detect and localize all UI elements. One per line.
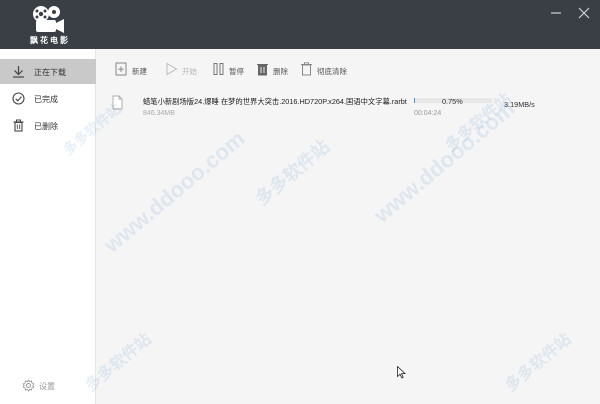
- mouse-cursor-icon: [397, 366, 406, 379]
- sidebar-item-label: 正在下载: [34, 68, 66, 77]
- start-label: 开始: [182, 67, 197, 76]
- task-row[interactable]: 蜡笔小新剧场版24.爆睡 在梦的世界大突击.2016.HD720P.x264.国…: [107, 91, 592, 123]
- watermark-text: 多多软件站: [502, 330, 575, 396]
- app-name: 飘花电影: [30, 36, 70, 45]
- sidebar-item-label: 已删除: [34, 122, 58, 131]
- app-window: 飘花电影 正在下载 已完成 已删除 设置 新建 开始 暂停 删除 彻底清除 蜡笔…: [0, 0, 600, 404]
- main-panel: 新建 开始 暂停 删除 彻底清除 蜡笔小新剧场版24.爆睡 在梦的世界大突击.2…: [60, 49, 600, 404]
- minimize-icon[interactable]: [549, 6, 563, 20]
- close-icon[interactable]: [577, 6, 591, 20]
- sidebar-item-label: 已完成: [34, 95, 58, 104]
- trash-icon: [257, 64, 268, 76]
- clear-trash-icon: [301, 62, 312, 76]
- new-file-icon: [115, 62, 127, 76]
- clear-label: 彻底清除: [317, 67, 347, 76]
- sidebar: 正在下载 已完成 已删除 设置: [0, 49, 96, 404]
- watermark-text: 多多软件站: [251, 136, 334, 210]
- file-icon: [112, 95, 123, 110]
- download-speed: 3.19MB/s: [504, 100, 535, 109]
- check-circle-icon: [12, 92, 25, 105]
- task-file-name: 蜡笔小新剧场版24.爆睡 在梦的世界大突击.2016.HD720P.x264.国…: [143, 97, 407, 106]
- trash-icon: [13, 119, 24, 132]
- play-icon: [166, 62, 178, 76]
- app-logo: 飘花电影: [24, 4, 76, 48]
- progress-fill: [414, 98, 415, 103]
- film-camera-icon: [33, 6, 64, 33]
- sidebar-item-completed[interactable]: 已完成: [0, 86, 96, 111]
- settings-label: 设置: [39, 382, 55, 391]
- watermark-url: www.ddooo.com: [99, 125, 250, 258]
- elapsed-time: 00:04:24: [414, 110, 442, 117]
- delete-label: 删除: [273, 67, 288, 76]
- sidebar-item-downloading[interactable]: 正在下载: [0, 59, 96, 84]
- new-task-label: 新建: [132, 67, 147, 76]
- progress-percent: 0.75%: [442, 97, 463, 106]
- task-file-size: 846.34MB: [143, 110, 175, 117]
- settings-button[interactable]: 设置: [22, 379, 82, 393]
- toolbar: 新建 开始 暂停 删除 彻底清除: [97, 49, 600, 89]
- pause-icon: [213, 63, 224, 75]
- gear-icon: [22, 379, 35, 392]
- title-bar: 飘花电影: [0, 0, 600, 49]
- pause-label: 暂停: [229, 67, 244, 76]
- download-icon: [13, 66, 24, 78]
- sidebar-item-deleted[interactable]: 已删除: [0, 113, 96, 138]
